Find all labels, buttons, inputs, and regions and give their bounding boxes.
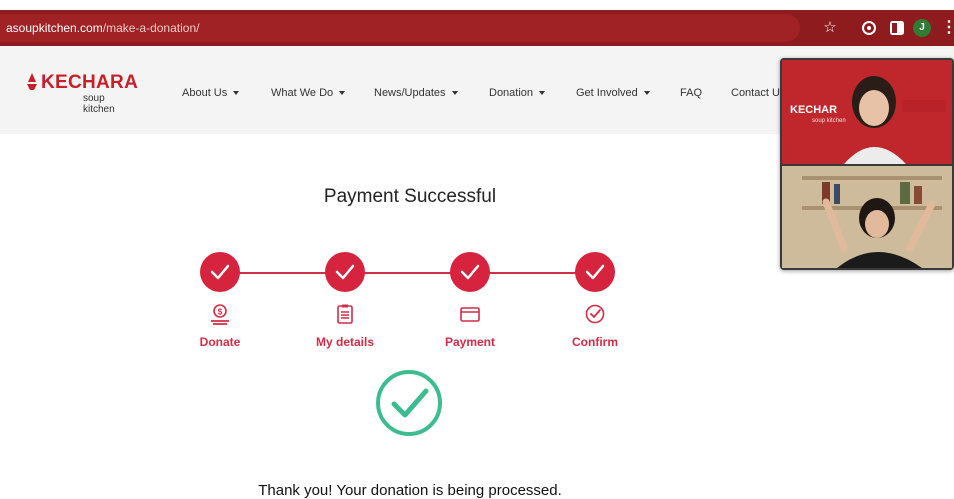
page-top-strip [0, 0, 954, 10]
nav-donation[interactable]: Donation [489, 87, 546, 99]
step-details-done [325, 252, 365, 292]
step-label-payment: Payment [444, 335, 496, 349]
logo-subtext: soup kitchen [83, 93, 115, 115]
nav-news-updates[interactable]: News/Updates [374, 87, 458, 99]
check-circle-icon [585, 304, 605, 324]
thank-you-message: Thank you! Your donation is being proces… [258, 482, 562, 499]
step-payment-done [450, 252, 490, 292]
caret-down-icon [339, 91, 346, 95]
nav-what-we-do[interactable]: What We Do [271, 87, 346, 99]
bookmark-star-icon[interactable]: ☆ [820, 18, 840, 38]
caret-down-icon [233, 91, 240, 95]
url-domain: asoupkitchen.com [6, 21, 103, 35]
logo-flame-icon [27, 73, 37, 90]
logo-text: KECHARA [41, 72, 139, 93]
video-tile-participant-2[interactable] [782, 166, 952, 268]
participant-2-figure [782, 166, 952, 268]
step-label-details: My details [315, 335, 375, 349]
nav-contact-us[interactable]: Contact U [731, 87, 780, 99]
url-path: /make-a-donation/ [102, 21, 200, 35]
participant-1-figure [844, 76, 946, 164]
checkmark-icon [460, 264, 480, 280]
page-title: Payment Successful [323, 186, 497, 207]
extension-icon[interactable] [860, 19, 878, 37]
video-call-overlay[interactable]: KECHAR soup kitchen [780, 58, 954, 270]
address-bar[interactable]: asoupkitchen.com/make-a-donation/ [0, 14, 800, 42]
checkmark-icon [585, 264, 605, 280]
success-check-icon [376, 370, 442, 436]
step-label-donate: Donate [199, 335, 241, 349]
browser-toolbar: asoupkitchen.com/make-a-donation/ ☆ J ⋮ [0, 10, 954, 46]
checkmark-icon [335, 264, 355, 280]
nav-faq[interactable]: FAQ [680, 87, 702, 99]
step-label-confirm: Confirm [572, 335, 618, 349]
steps-connector-line [222, 272, 594, 274]
step-confirm-done [575, 252, 615, 292]
svg-text:$: $ [218, 308, 223, 317]
caret-down-icon [451, 91, 458, 95]
nav-get-involved[interactable]: Get Involved [576, 87, 650, 99]
site-logo[interactable]: KECHARA soup kitchen [25, 72, 139, 115]
sidebar-panel-icon[interactable] [888, 19, 906, 37]
donate-hand-coin-icon: $ [211, 304, 229, 325]
checkmark-icon [210, 264, 230, 280]
caret-down-icon [643, 91, 650, 95]
video-tile-participant-1[interactable]: KECHAR soup kitchen [782, 60, 952, 164]
card-icon [460, 307, 480, 322]
clipboard-icon [337, 304, 353, 324]
step-donate-done [200, 252, 240, 292]
more-menu-icon[interactable]: ⋮ [941, 18, 954, 38]
profile-avatar[interactable]: J [913, 19, 931, 37]
nav-about-us[interactable]: About Us [182, 87, 240, 99]
caret-down-icon [539, 91, 546, 95]
